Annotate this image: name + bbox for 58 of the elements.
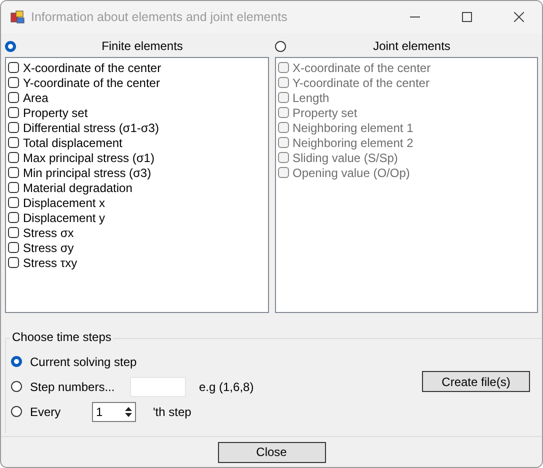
checkbox[interactable] <box>8 212 19 223</box>
checkbox-label: Property set <box>292 106 358 120</box>
checkbox-label: Stress τxy <box>23 256 78 270</box>
checkbox-label: Max principal stress (σ1) <box>23 150 154 164</box>
checkbox-label: Stress σy <box>23 240 74 254</box>
radio-button[interactable] <box>11 381 22 392</box>
checkbox[interactable] <box>8 257 19 268</box>
group-title: Choose time steps <box>10 330 114 344</box>
radio-label: Step numbers... <box>30 380 116 394</box>
checkbox-label: Neighboring element 1 <box>292 120 414 134</box>
checkbox-label: Sliding value (S/Sp) <box>292 150 398 164</box>
checkbox-label: Material degradation <box>23 180 132 194</box>
checkbox[interactable] <box>8 227 19 238</box>
checkbox-label: Stress σx <box>23 226 74 240</box>
up-arrow-icon[interactable] <box>125 406 132 410</box>
close-button[interactable]: Close <box>218 442 326 462</box>
number-spinner[interactable]: 1 <box>92 402 136 422</box>
radio-label: Joint elements <box>372 39 452 53</box>
checkbox-label: Min principal stress (σ3) <box>23 166 152 180</box>
checkbox[interactable] <box>8 197 19 208</box>
checkbox-label: Displacement y <box>23 210 106 224</box>
hint-text: e.g (1,6,8) <box>199 380 254 394</box>
checkbox[interactable] <box>8 137 19 148</box>
checkbox-label: Neighboring element 2 <box>292 136 414 150</box>
checkbox[interactable] <box>8 182 19 193</box>
checkbox-label: Differential stress (σ1-σ3) <box>23 120 159 134</box>
checkbox-label: Displacement x <box>23 196 106 210</box>
radio-button[interactable] <box>11 356 22 367</box>
create-files-button[interactable]: Create file(s) <box>422 371 530 392</box>
checkbox[interactable] <box>8 92 19 103</box>
down-arrow-icon[interactable] <box>125 412 132 416</box>
checkbox-label: Total displacement <box>23 136 122 150</box>
checkbox-label: X-coordinate of the center <box>292 60 431 74</box>
checkbox-label: Property set <box>23 106 88 120</box>
checkbox-label: Opening value (O/Op) <box>292 166 410 180</box>
checkbox[interactable] <box>8 242 19 253</box>
checkbox[interactable] <box>8 77 19 88</box>
radio-label: Finite elements <box>100 39 184 53</box>
radio-button[interactable] <box>5 40 16 52</box>
close-icon[interactable] <box>514 12 524 22</box>
checkbox[interactable] <box>8 107 19 118</box>
checkbox-label: Area <box>23 90 48 104</box>
suffix-text: 'th step <box>153 404 192 418</box>
checkbox-label: Y-coordinate of the center <box>23 76 160 90</box>
checkbox-label: Length <box>292 90 330 104</box>
input-field[interactable] <box>130 376 186 396</box>
checkbox[interactable] <box>8 167 19 178</box>
radio-label: Current solving step <box>30 354 137 368</box>
checkbox-label: X-coordinate of the center <box>23 60 162 74</box>
checkbox[interactable] <box>8 62 19 73</box>
app-icon <box>10 10 25 24</box>
radio-button[interactable] <box>11 406 22 417</box>
checkbox[interactable] <box>8 122 19 133</box>
maximize-icon[interactable] <box>462 12 472 22</box>
checkbox[interactable] <box>8 152 19 163</box>
checkbox-label: Y-coordinate of the center <box>292 76 430 90</box>
radio-label: Every <box>30 404 62 418</box>
window-title: Information about elements and joint elements <box>31 10 288 24</box>
